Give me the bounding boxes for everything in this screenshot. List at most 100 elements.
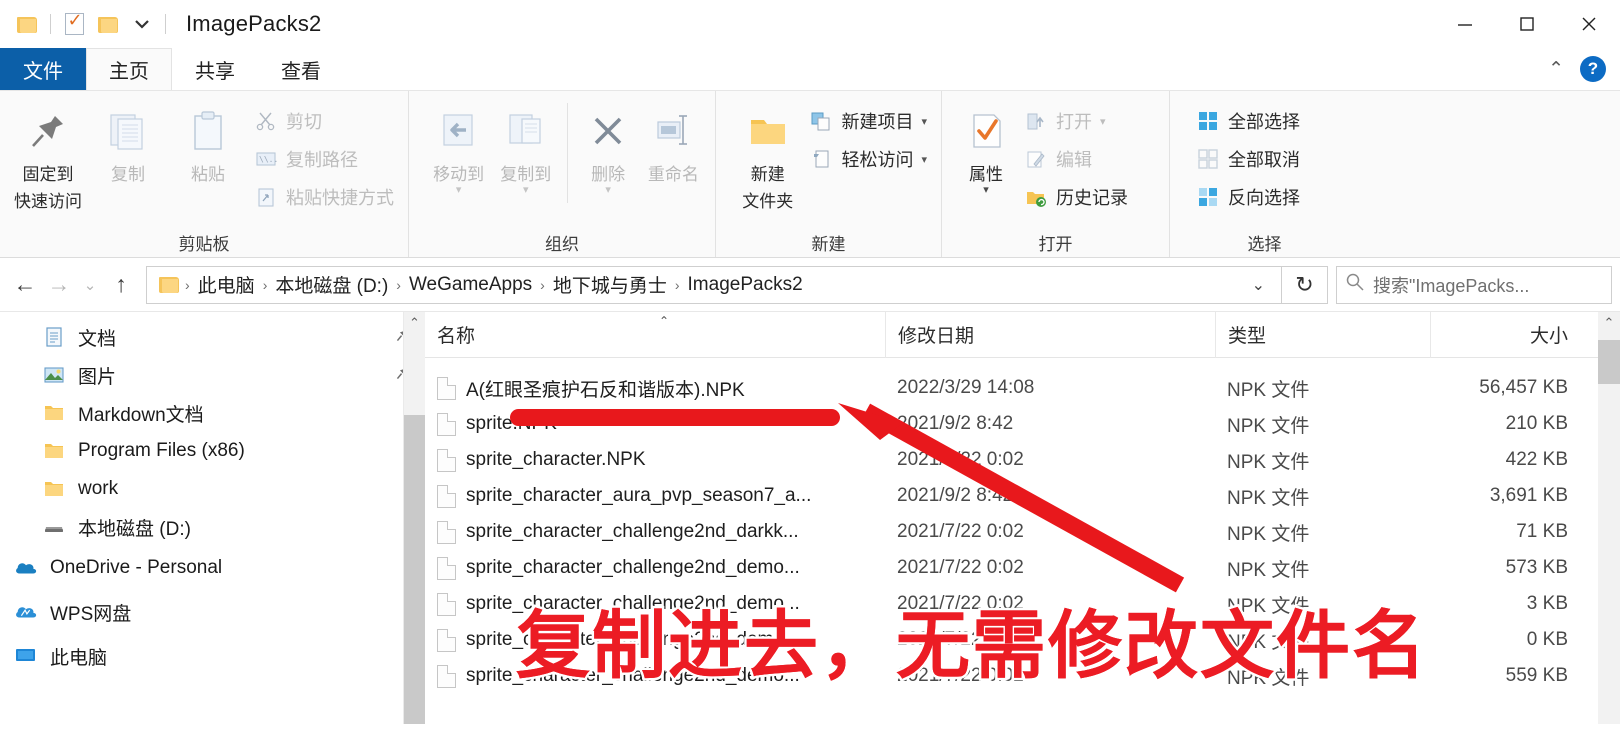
sidebar-item-work[interactable]: work bbox=[0, 470, 425, 508]
chevron-down-icon[interactable]: ▾ bbox=[456, 185, 462, 196]
new-folder-button[interactable]: 新建 文件夹 bbox=[732, 99, 803, 213]
history-button[interactable]: 历史记录 bbox=[1018, 179, 1134, 215]
file-name-cell[interactable]: sprite_character_aura_pvp_season7_a... bbox=[425, 484, 885, 508]
easy-access-button[interactable]: 轻松访问 ▾ bbox=[803, 141, 933, 177]
column-header-type[interactable]: 类型 bbox=[1215, 312, 1430, 358]
refresh-button[interactable]: ↻ bbox=[1282, 265, 1328, 304]
file-type-cell: NPK 文件 bbox=[1227, 631, 1310, 653]
pin-to-quick-access-button[interactable]: 固定到 快速访问 bbox=[8, 99, 88, 213]
chevron-down-icon[interactable] bbox=[125, 7, 159, 41]
table-row[interactable]: sprite_character_challenge2nd_demo... 202… bbox=[425, 550, 1620, 586]
rename-icon bbox=[650, 103, 696, 159]
open-button[interactable]: 打开 ▾ bbox=[1018, 103, 1134, 139]
file-name-cell[interactable]: sprite_character_challenge2nd_demo... bbox=[425, 556, 885, 580]
table-row[interactable]: sprite_character_challenge2nd_demo... 202… bbox=[425, 622, 1620, 658]
back-button[interactable]: ← bbox=[8, 265, 42, 305]
invert-selection-button[interactable]: 反向选择 bbox=[1190, 179, 1306, 215]
sidebar-item-onedrive-personal[interactable]: OneDrive - Personal bbox=[0, 546, 425, 590]
table-row[interactable]: sprite_character_challenge2nd_demo... 202… bbox=[425, 658, 1620, 694]
file-name-cell[interactable]: sprite_character_challenge2nd_darkk... bbox=[425, 520, 885, 544]
new-item-label: 新建项目 bbox=[841, 112, 914, 132]
copy-button[interactable]: 复制 bbox=[88, 99, 168, 186]
chevron-down-icon[interactable]: ▾ bbox=[921, 153, 927, 166]
move-to-button[interactable]: 移动到 ▾ bbox=[425, 99, 492, 196]
search-input[interactable]: 搜索"ImagePacks... bbox=[1336, 265, 1612, 304]
maximize-button[interactable] bbox=[1496, 0, 1558, 48]
properties-button[interactable]: 属性 ▾ bbox=[954, 99, 1018, 196]
breadcrumb-item-1[interactable]: 本地磁盘 (D:) bbox=[269, 269, 394, 300]
properties-check-icon[interactable] bbox=[57, 7, 91, 41]
breadcrumb-item-4[interactable]: ImagePacks2 bbox=[682, 272, 809, 298]
copy-to-button[interactable]: 复制到 ▾ bbox=[492, 99, 559, 196]
sidebar-item-this-pc[interactable]: 此电脑 bbox=[0, 634, 425, 678]
file-name-cell[interactable]: sprite_character.NPK bbox=[425, 448, 885, 472]
chevron-down-icon[interactable]: ▾ bbox=[523, 185, 529, 196]
navigation-pane-scrollbar[interactable]: ⌃ bbox=[403, 312, 425, 724]
scrollbar-thumb[interactable] bbox=[404, 415, 425, 724]
file-name-cell[interactable]: sprite_character_challenge2nd_demo... bbox=[425, 592, 885, 616]
column-header-name[interactable]: 名称 ⌃ bbox=[425, 312, 885, 358]
tab-home[interactable]: 主页 bbox=[86, 48, 172, 90]
file-name-cell[interactable]: sprite_character_challenge2nd_demo... bbox=[425, 628, 885, 652]
sort-ascending-icon: ⌃ bbox=[659, 313, 670, 328]
delete-x-icon bbox=[585, 103, 631, 159]
column-header-size[interactable]: 大小 bbox=[1430, 312, 1580, 358]
tab-file[interactable]: 文件 bbox=[0, 48, 86, 90]
select-all-button[interactable]: 全部选择 bbox=[1190, 103, 1306, 139]
sidebar-item-label: 图片 bbox=[78, 366, 117, 388]
table-row[interactable]: sprite.NPK 2021/9/2 8:42 NPK 文件 210 KB bbox=[425, 406, 1620, 442]
navigation-pane: 文档 图片 Markdown文档 Program Files (x86) wor… bbox=[0, 312, 425, 724]
tab-view[interactable]: 查看 bbox=[258, 48, 344, 90]
breadcrumb-dropdown-icon[interactable]: ⌄ bbox=[1242, 275, 1275, 295]
table-row[interactable]: sprite_character_challenge2nd_demo... 202… bbox=[425, 586, 1620, 622]
paste-shortcut-button[interactable]: 粘贴快捷方式 bbox=[248, 179, 400, 215]
collapse-ribbon-icon[interactable]: ⌃ bbox=[1548, 58, 1564, 81]
file-name-cell[interactable]: sprite_character_challenge2nd_demo... bbox=[425, 664, 885, 688]
sidebar-item-documents[interactable]: 文档 bbox=[0, 318, 425, 356]
ribbon-body: 固定到 快速访问 复制 粘贴 剪切 \\.. 复制路径 粘贴快捷方式 剪贴板 移… bbox=[0, 90, 1620, 258]
forward-button[interactable]: → bbox=[42, 265, 76, 305]
new-folder-icon[interactable] bbox=[91, 7, 125, 41]
chevron-down-icon[interactable]: ▾ bbox=[921, 115, 927, 128]
sidebar-item-pictures[interactable]: 图片 bbox=[0, 356, 425, 394]
scrollbar-thumb[interactable] bbox=[1598, 340, 1620, 384]
column-header-date[interactable]: 修改日期 bbox=[885, 312, 1215, 358]
table-row[interactable]: sprite_character_challenge2nd_darkk... 20… bbox=[425, 514, 1620, 550]
sidebar-item-local-disk-d[interactable]: 本地磁盘 (D:) bbox=[0, 508, 425, 546]
copy-path-button[interactable]: \\.. 复制路径 bbox=[248, 141, 400, 177]
table-row[interactable]: A(红眼圣痕护石反和谐版本).NPK 2022/3/29 14:08 NPK 文件 5… bbox=[425, 370, 1620, 406]
cut-button[interactable]: 剪切 bbox=[248, 103, 400, 139]
file-list-scrollbar[interactable]: ⌃ bbox=[1598, 312, 1620, 724]
breadcrumb-item-0[interactable]: 此电脑 bbox=[192, 269, 261, 300]
sidebar-item-wps-cloud[interactable]: WPS网盘 bbox=[0, 590, 425, 634]
minimize-button[interactable] bbox=[1434, 0, 1496, 48]
scroll-up-icon[interactable]: ⌃ bbox=[404, 312, 425, 334]
rename-button[interactable]: 重命名 bbox=[640, 99, 707, 186]
scroll-up-icon[interactable]: ⌃ bbox=[1598, 312, 1620, 334]
breadcrumb[interactable]: › 此电脑 › 本地磁盘 (D:) › WeGameApps › 地下城与勇士 … bbox=[146, 265, 1282, 304]
breadcrumb-item-2[interactable]: WeGameApps bbox=[403, 272, 538, 298]
new-item-button[interactable]: 新建项目 ▾ bbox=[803, 103, 933, 139]
up-button[interactable]: ↑ bbox=[104, 265, 138, 305]
delete-button[interactable]: 删除 ▾ bbox=[576, 99, 639, 196]
chevron-down-icon[interactable]: ▾ bbox=[605, 185, 611, 196]
breadcrumb-item-3[interactable]: 地下城与勇士 bbox=[547, 269, 673, 300]
folder-icon[interactable] bbox=[10, 7, 44, 41]
chevron-down-icon[interactable]: ▾ bbox=[1100, 115, 1106, 128]
close-button[interactable] bbox=[1558, 0, 1620, 48]
drive-icon bbox=[42, 516, 66, 538]
sidebar-item-markdown-docs[interactable]: Markdown文档 bbox=[0, 394, 425, 432]
table-row[interactable]: sprite_character_aura_pvp_season7_a... 20… bbox=[425, 478, 1620, 514]
table-row[interactable]: sprite_character.NPK 2021/7/22 0:02 NPK 文件… bbox=[425, 442, 1620, 478]
help-icon[interactable]: ? bbox=[1580, 56, 1606, 82]
file-name-cell[interactable]: A(红眼圣痕护石反和谐版本).NPK bbox=[425, 375, 885, 402]
chevron-down-icon[interactable]: ▾ bbox=[983, 185, 989, 196]
select-none-button[interactable]: 全部取消 bbox=[1190, 141, 1306, 177]
edit-button[interactable]: 编辑 bbox=[1018, 141, 1134, 177]
sidebar-item-program-files-x86[interactable]: Program Files (x86) bbox=[0, 432, 425, 470]
new-item-icon bbox=[809, 109, 833, 133]
file-name-cell[interactable]: sprite.NPK bbox=[425, 412, 885, 436]
paste-button[interactable]: 粘贴 bbox=[168, 99, 248, 186]
tab-share[interactable]: 共享 bbox=[172, 48, 258, 90]
recent-locations-button[interactable]: ⌄ bbox=[76, 265, 104, 305]
